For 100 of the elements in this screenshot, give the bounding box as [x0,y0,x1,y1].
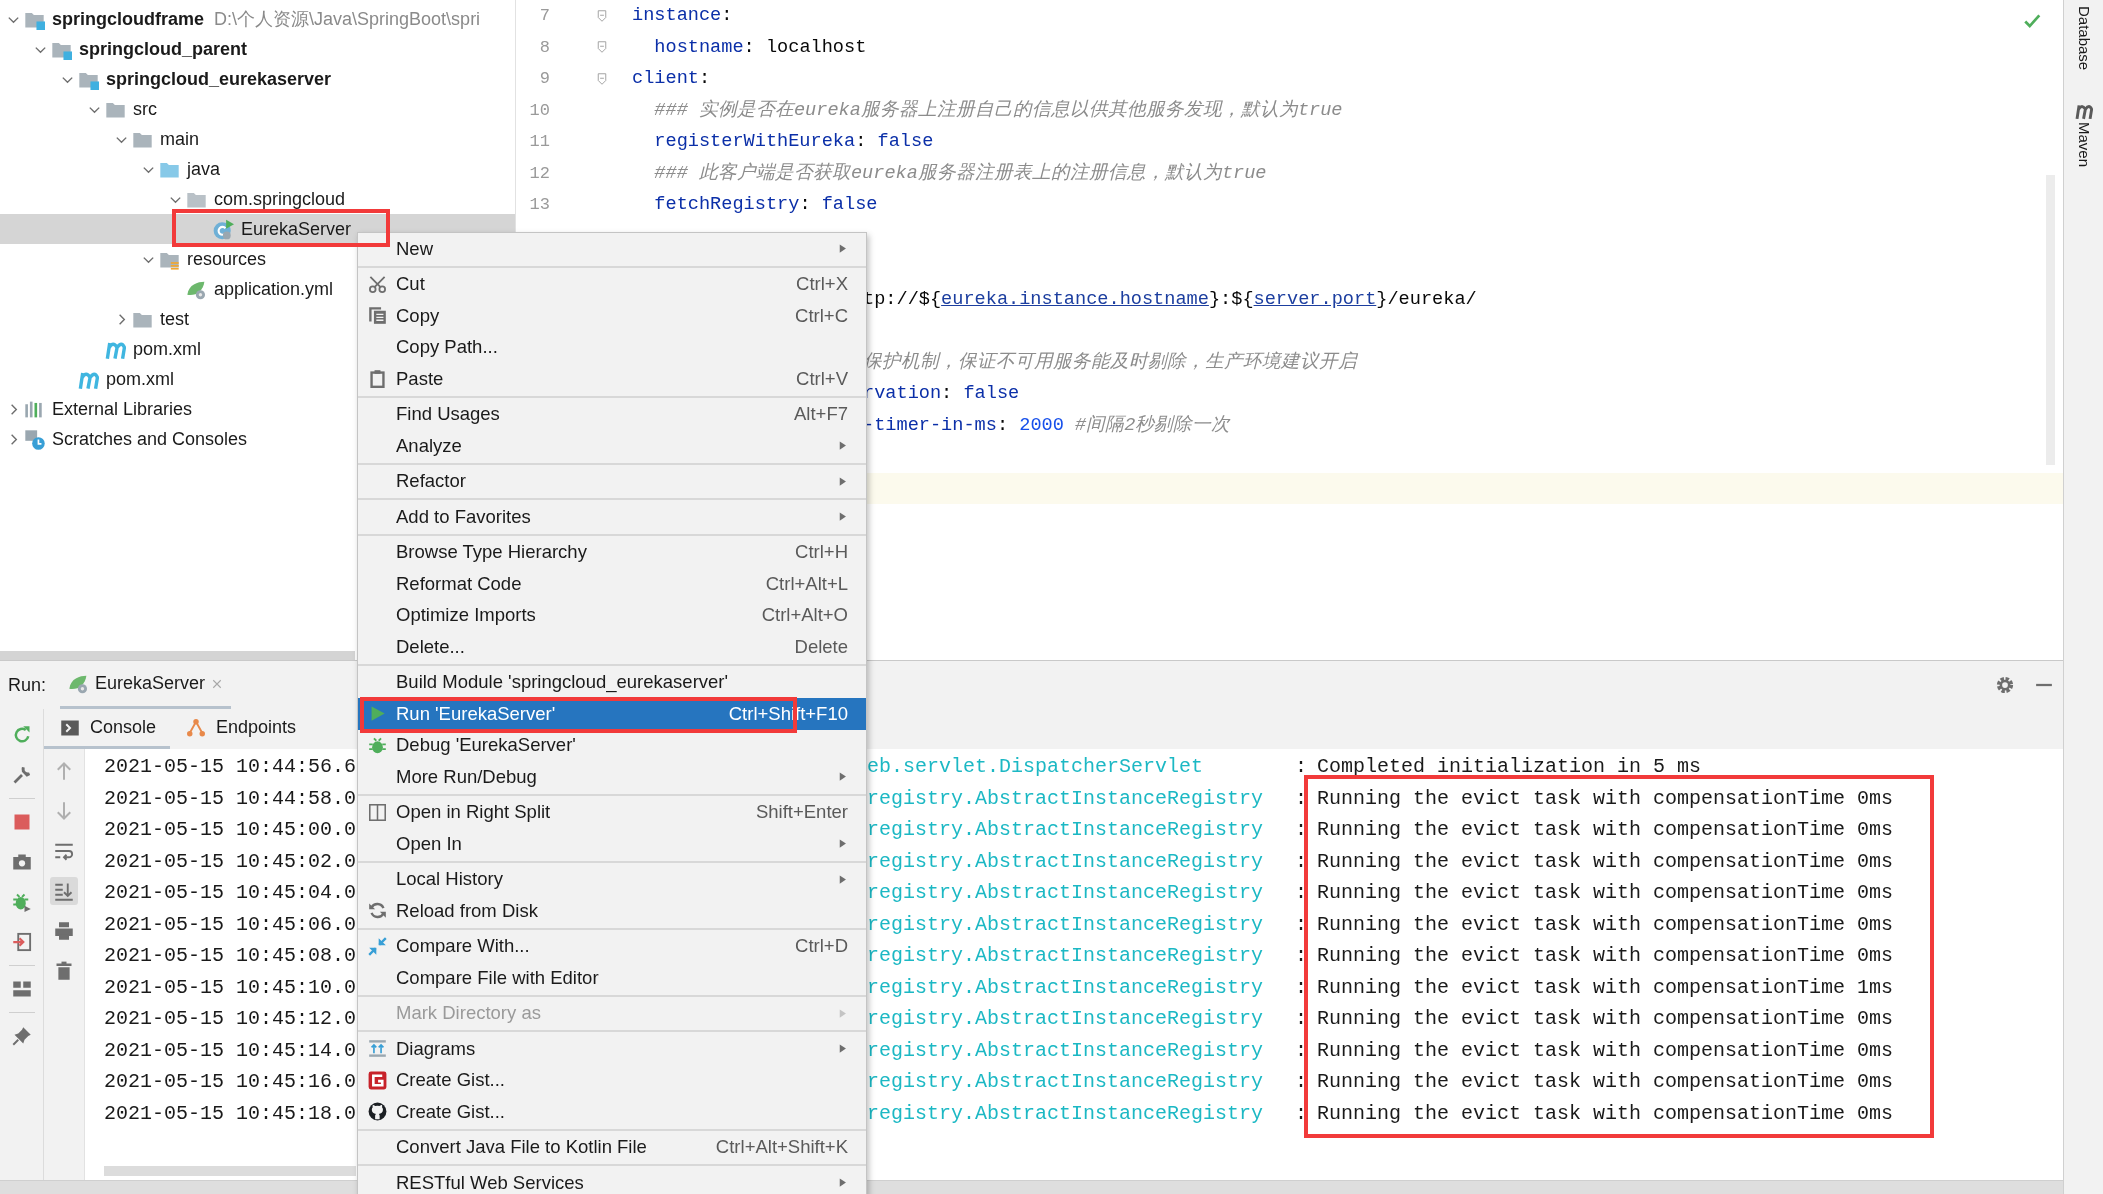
menu-item[interactable]: Compare File with Editor [358,962,866,994]
menu-item[interactable]: Add to Favorites [358,501,866,533]
log-separator: : [1295,974,1308,1001]
keyboard-shortcut: Ctrl+X [796,272,848,297]
logger-name: registry.AbstractInstanceRegistry [867,1006,1265,1032]
reload-icon [367,901,387,921]
console-tab[interactable]: Endpoints [170,709,311,749]
log-message: Running the evict task with compensationTime 0ms [1317,785,1894,812]
split-pane-icon [367,802,387,822]
print-icon[interactable] [54,921,74,941]
scrollbar[interactable] [0,651,355,660]
log-timestamp: 2021-05-15 10:45:12.0 [104,1006,356,1032]
menu-item[interactable]: Cut Ctrl+X [358,268,866,300]
leaf-icon [68,673,90,694]
code-line: ### 实例是否在eureka服务器上注册自己的信息以供其他服务发现，默认为true [653,98,1343,123]
line-number: 7 [538,5,550,27]
menu-item[interactable]: Compare With... Ctrl+D [358,930,866,962]
exit-icon[interactable] [11,932,32,952]
menu-item[interactable]: Convert Java File to Kotlin File Ctrl+Alt+Shift+K [358,1131,866,1163]
file-name: test [160,307,189,331]
m-icon [2074,102,2093,121]
menu-item[interactable]: Reload from Disk [358,895,866,927]
tree-row[interactable]: java [0,154,515,184]
menu-item[interactable]: Open in Right Split Shift+Enter [358,796,866,828]
log-message: Running the evict task with compensationTime 1ms [1317,974,1894,1001]
pin-icon[interactable] [11,1026,32,1046]
keyboard-shortcut: Ctrl+Alt+O [761,603,848,628]
tree-row[interactable]: src [0,94,515,124]
tree-row[interactable]: springcloud_eurekaserver [0,64,515,94]
menu-item[interactable]: Copy Ctrl+C [358,300,866,332]
class-icon [213,218,234,240]
menu-item[interactable]: Analyze [358,430,866,462]
file-name: EurekaServer [241,217,352,241]
menu-item[interactable]: Create Gist... [358,1064,866,1096]
file-name: com.springcloud [214,187,346,211]
keyboard-shortcut: Ctrl+H [795,540,848,565]
camera-icon[interactable] [11,852,32,872]
arrows-icon [367,936,387,956]
menu-item[interactable]: More Run/Debug [358,761,866,793]
log-message: Running the evict task with compensationTime 0ms [1317,911,1894,938]
logger-name: eb.servlet.DispatcherServlet [867,754,1205,780]
tree-row[interactable]: springcloudframe D:\个人资源\Java\SpringBoot\spri [0,4,515,34]
log-timestamp: 2021-05-15 10:45:02.0 [104,848,356,875]
scrollbar[interactable] [104,1166,356,1176]
log-separator: : [1295,943,1308,969]
tab-label: Console [90,716,157,739]
menu-item[interactable]: Diagrams [358,1033,866,1065]
menu-item[interactable]: Find Usages Alt+F7 [358,398,866,430]
menu-item[interactable]: RESTful Web Services [358,1167,866,1194]
keyboard-shortcut: Ctrl+C [795,303,848,328]
menu-item[interactable]: Delete... Delete [358,631,866,663]
settings-icon[interactable] [1995,675,2015,695]
file-name: Scratches and Consoles [52,427,248,451]
file-name: springcloud_eurekaserver [106,67,332,91]
log-timestamp: 2021-05-15 10:44:58.0 [104,785,356,812]
log-timestamp: 2021-05-15 10:45:06.0 [104,911,356,938]
menu-item[interactable]: Create Gist... [358,1096,866,1128]
layout-icon[interactable] [11,979,32,999]
code-line: fetchRegistry: false [653,193,878,217]
file-name: application.yml [214,277,334,301]
logger-name: registry.AbstractInstanceRegistry [867,848,1265,875]
diagram-icon [367,1039,387,1059]
menu-item[interactable]: Paste Ctrl+V [358,363,866,395]
menu-item[interactable]: Debug 'EurekaServer' [358,729,866,761]
menu-item[interactable]: Local History [358,863,866,895]
file-name: main [160,127,199,151]
bug-icon[interactable] [11,892,32,912]
menu-item[interactable]: Open In [358,828,866,860]
wrap-icon[interactable] [54,841,74,861]
tree-row[interactable]: com.springcloud [0,184,515,214]
keyboard-shortcut: Delete [794,634,848,659]
tab-label: EurekaServer [95,672,206,695]
keyboard-shortcut: Ctrl+Alt+L [765,571,848,596]
log-separator: : [1295,880,1308,906]
logger-name: registry.AbstractInstanceRegistry [867,943,1265,969]
log-timestamp: 2021-05-15 10:45:16.0 [104,1069,356,1095]
run-tab[interactable]: EurekaServer [60,661,232,709]
logger-name: registry.AbstractInstanceRegistry [867,974,1265,1001]
logger-name: registry.AbstractInstanceRegistry [867,817,1265,843]
menu-item[interactable]: Build Module 'springcloud_eurekaserver' [358,666,866,698]
logger-name: registry.AbstractInstanceRegistry [867,1100,1265,1127]
wrench-icon[interactable] [11,765,32,785]
side-tab[interactable]: Database [2072,2,2095,75]
log-timestamp: 2021-05-15 10:45:00.0 [104,817,356,843]
menu-item[interactable]: Reformat Code Ctrl+Alt+L [358,568,866,600]
file-name: java [187,157,221,181]
menu-item[interactable]: Refactor [358,465,866,497]
side-tab[interactable]: Maven [2072,120,2095,172]
code-line: client: [632,67,711,91]
menu-item[interactable]: Optimize Imports Ctrl+Alt+O [358,599,866,631]
menu-item[interactable]: Copy Path... [358,331,866,363]
log-message: Running the evict task with compensationTime 0ms [1317,1037,1894,1064]
tree-row[interactable]: main [0,124,515,154]
clipboard-icon [367,369,387,389]
menu-item[interactable]: Browse Type Hierarchy Ctrl+H [358,536,866,568]
tree-row[interactable]: springcloud_parent [0,34,515,64]
check-icon [2023,12,2041,30]
code-line: instance: [632,4,733,28]
line-number: 13 [528,194,550,216]
trash-icon[interactable] [54,961,74,981]
